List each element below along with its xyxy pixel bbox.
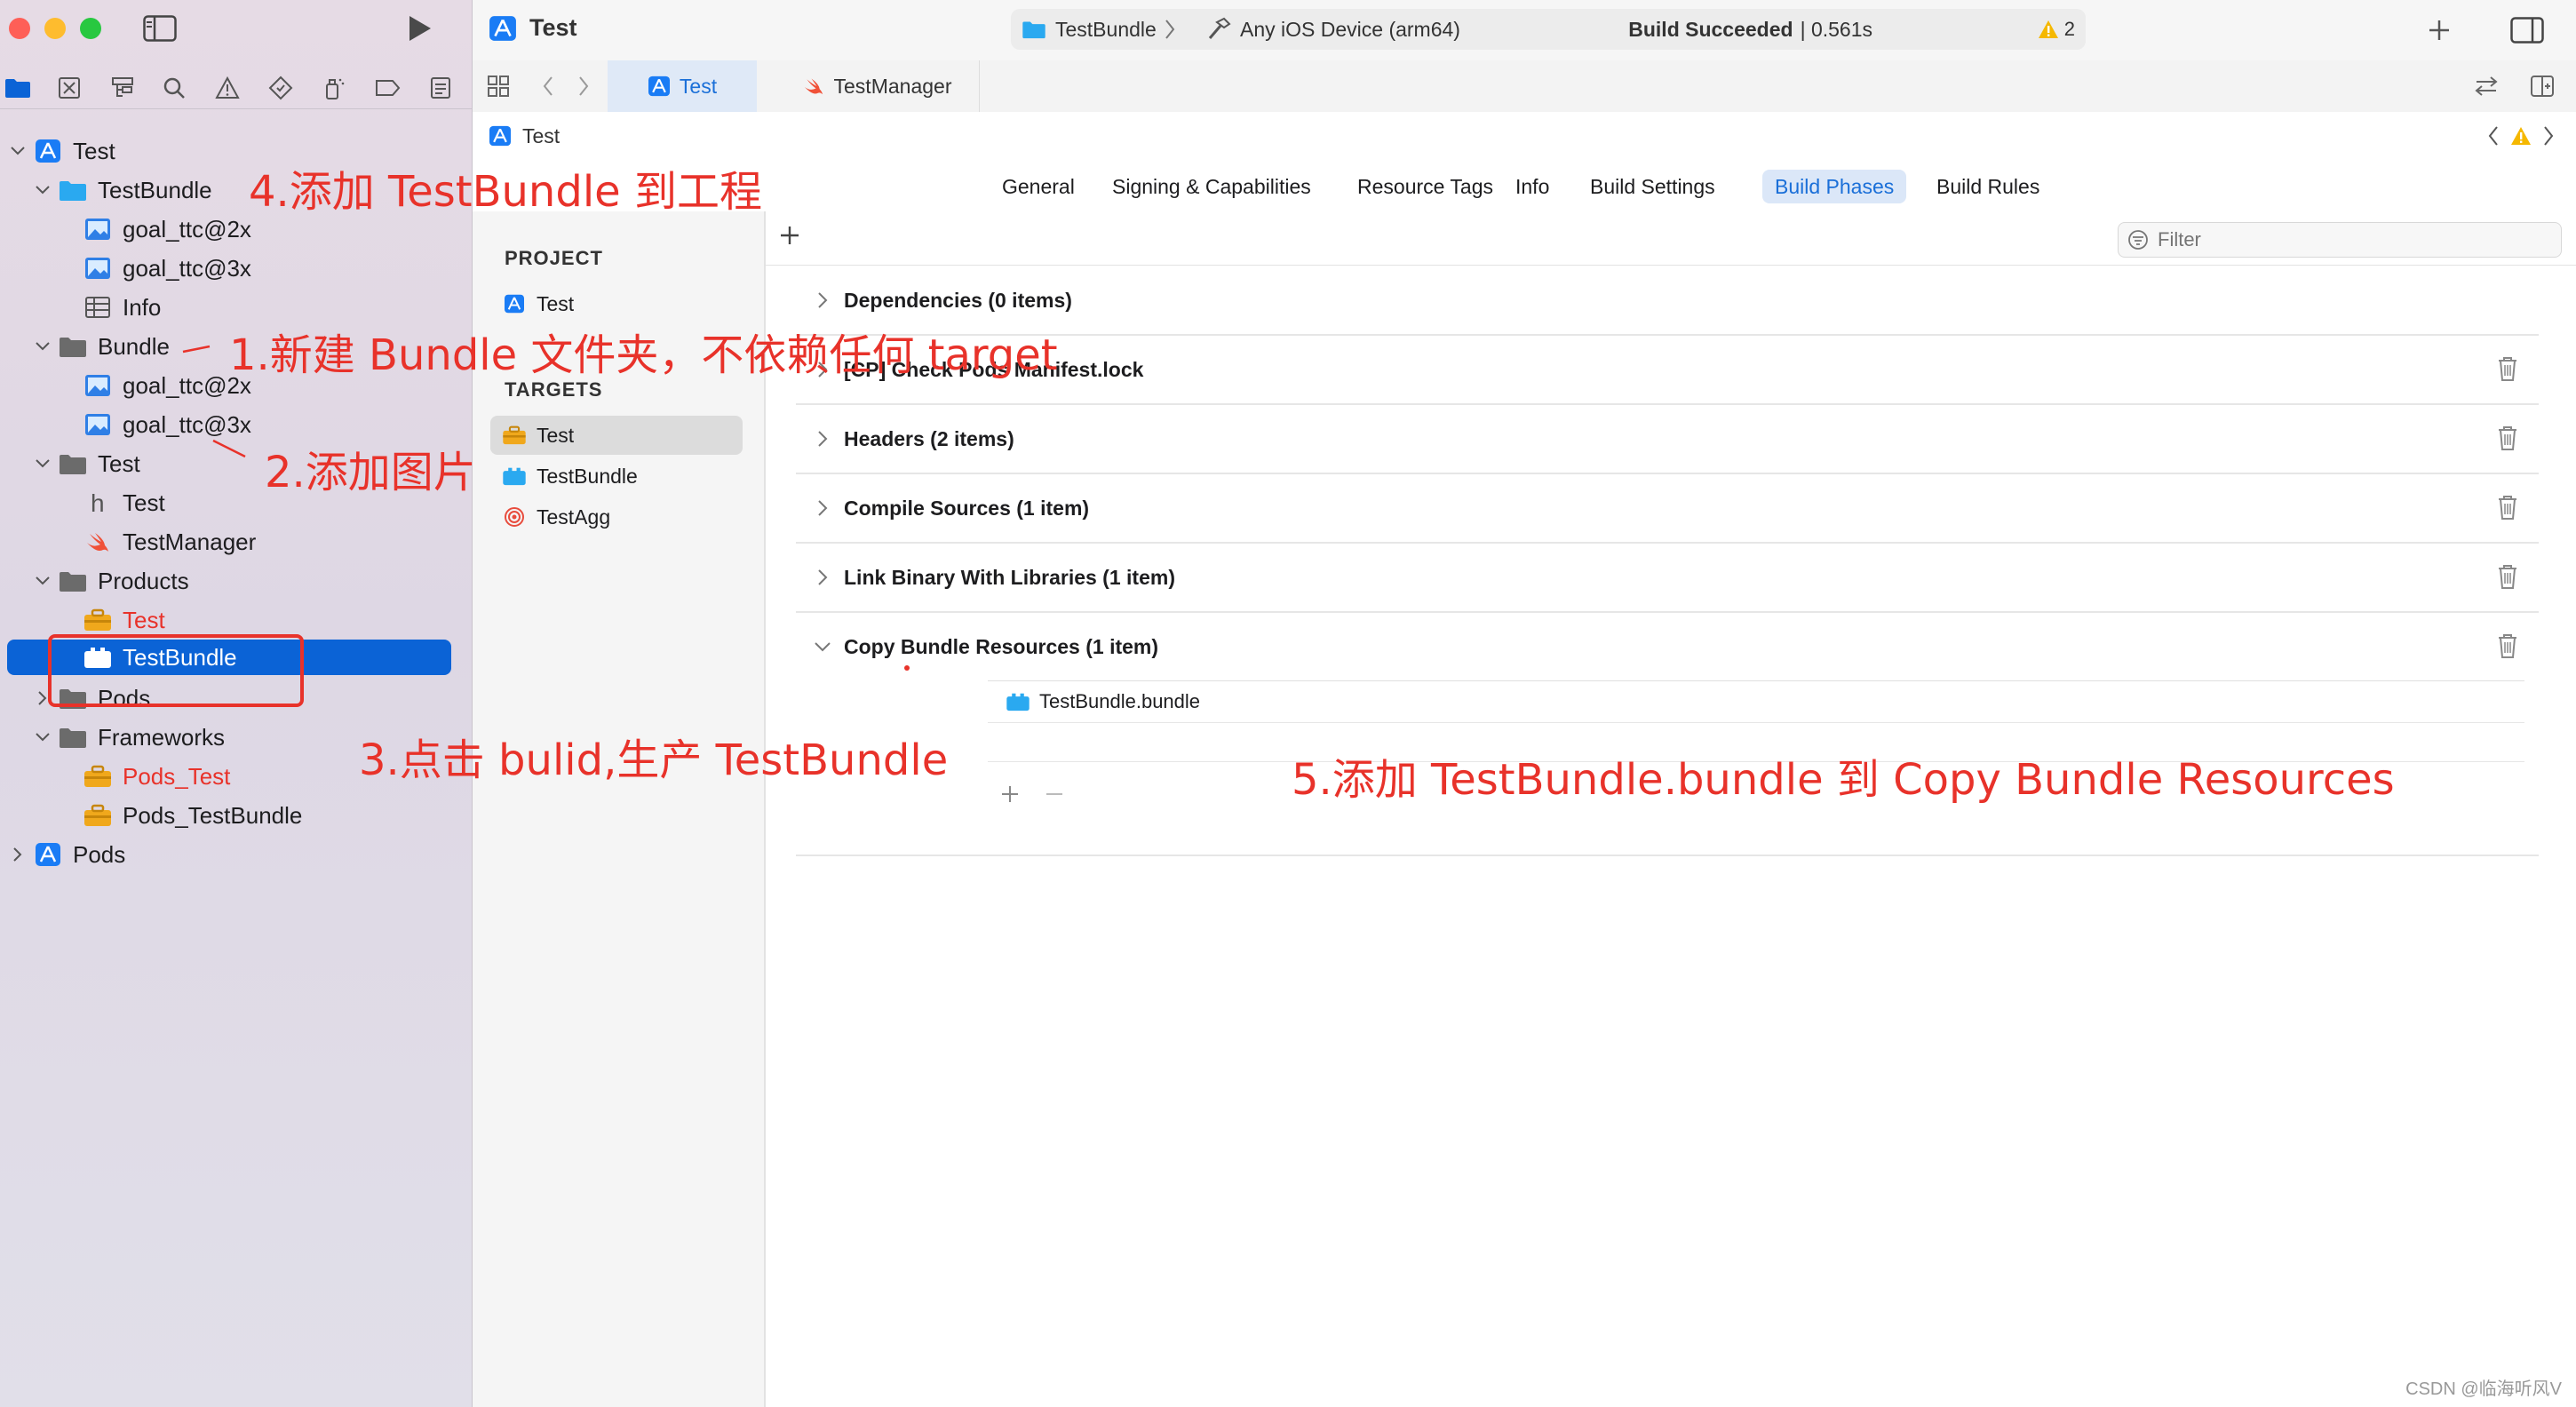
annotation-pointer-lines [182, 345, 910, 671]
highlight-box [48, 634, 304, 707]
watermark: CSDN @临海听风V [2405, 1379, 2562, 1399]
